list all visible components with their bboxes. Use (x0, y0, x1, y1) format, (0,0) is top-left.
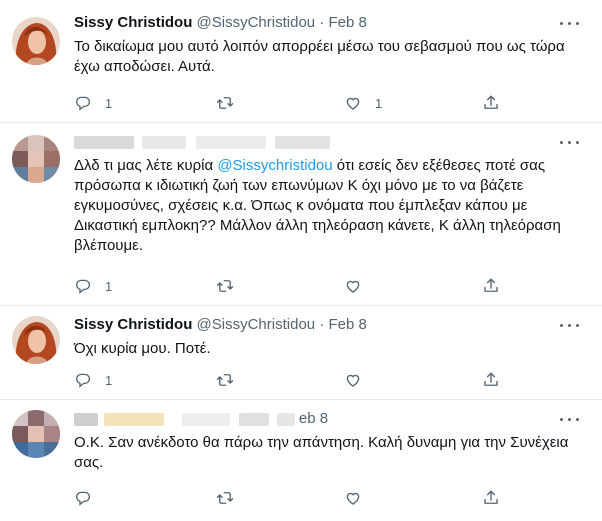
tweet-header: Sissy Christidou @SissyChristidou · Feb … (74, 14, 367, 31)
tweet-text: Το δικαίωμα μου αυτό λοιπόν απορρέει μέσ… (74, 38, 565, 75)
redacted-handle (196, 135, 267, 149)
display-name[interactable]: Sissy Christidou (74, 316, 192, 333)
blurred-avatar-image (12, 135, 60, 183)
tweet[interactable]: Sissy Christidou @SissyChristidou · Feb … (0, 0, 602, 123)
like-icon (344, 489, 362, 507)
separator-dot: · (319, 316, 325, 333)
more-icon[interactable] (560, 323, 580, 329)
tweet-date[interactable]: eb 8 (299, 410, 328, 427)
tweet-text: Όχι κυρία μου. Ποτέ. (74, 340, 211, 357)
more-icon[interactable] (560, 417, 580, 423)
display-name[interactable]: Sissy Christidou (74, 14, 192, 31)
redacted-handle (274, 135, 330, 149)
separator-dot: · (319, 14, 325, 31)
more-icon[interactable] (560, 21, 580, 27)
avatar[interactable] (12, 316, 60, 364)
redacted-handle (238, 412, 269, 426)
reply-button[interactable]: 1 (74, 370, 112, 390)
like-count: 1 (375, 95, 383, 111)
redacted-name (74, 135, 134, 149)
tweet-header: Sissy Christidou @SissyChristidou · Feb … (74, 316, 367, 333)
action-bar: 1 (74, 276, 514, 296)
user-handle[interactable]: @SissyChristidou (197, 14, 316, 31)
tweet-header (74, 133, 330, 150)
retweet-button[interactable] (216, 370, 247, 390)
like-button[interactable]: 1 (344, 93, 382, 113)
reply-button[interactable] (74, 488, 105, 508)
like-button[interactable] (344, 488, 375, 508)
blurred-avatar-image (12, 410, 60, 458)
share-icon (482, 277, 500, 295)
tweet[interactable]: Δλδ τι μας λέτε κυρία @Sissychristidou ό… (0, 123, 602, 306)
reply-icon (74, 277, 92, 295)
reply-button[interactable]: 1 (74, 93, 112, 113)
retweet-button[interactable] (216, 276, 247, 296)
retweet-icon (216, 489, 234, 507)
retweet-icon (216, 371, 234, 389)
like-icon (344, 94, 362, 112)
tweet-date[interactable]: Feb 8 (328, 14, 366, 31)
avatar[interactable] (12, 17, 60, 65)
reply-icon (74, 94, 92, 112)
share-button[interactable] (482, 93, 500, 113)
tweet[interactable]: Sissy Christidou @SissyChristidou · Feb … (0, 306, 602, 400)
like-icon (344, 277, 362, 295)
tweet-text: Δλδ τι μας λέτε κυρία @Sissychristidou ό… (74, 156, 588, 256)
retweet-icon (216, 277, 234, 295)
tweet-text-part: Δλδ τι μας λέτε κυρία (74, 157, 218, 174)
share-icon (482, 371, 500, 389)
retweet-button[interactable] (216, 488, 247, 508)
reply-icon (74, 489, 92, 507)
share-icon (482, 94, 500, 112)
reply-icon (74, 371, 92, 389)
tweet-header: eb 8 (74, 410, 328, 427)
redacted-name (104, 412, 165, 426)
tweet-text: Ο.Κ. Σαν ανέκδοτο θα πάρω την απάντηση. … (74, 434, 569, 471)
tweet[interactable]: eb 8 Ο.Κ. Σαν ανέκδοτο θα πάρω την απάντ… (0, 400, 602, 521)
redacted-handle (276, 412, 295, 426)
reply-button[interactable]: 1 (74, 276, 112, 296)
action-bar: 1 1 (74, 93, 514, 113)
redacted-handle (182, 412, 231, 426)
like-icon (344, 371, 362, 389)
share-button[interactable] (482, 276, 500, 296)
like-button[interactable] (344, 370, 375, 390)
action-bar (74, 488, 514, 508)
share-button[interactable] (482, 488, 500, 508)
share-button[interactable] (482, 370, 500, 390)
tweet-date[interactable]: Feb 8 (328, 316, 366, 333)
avatar[interactable] (12, 410, 60, 458)
more-icon[interactable] (560, 140, 580, 146)
mention-link[interactable]: @Sissychristidou (217, 157, 332, 174)
retweet-button[interactable] (216, 93, 247, 113)
redacted-name (142, 135, 187, 149)
like-button[interactable] (344, 276, 375, 296)
user-handle[interactable]: @SissyChristidou (197, 316, 316, 333)
share-icon (482, 489, 500, 507)
redacted-name (74, 412, 98, 426)
reply-count: 1 (105, 372, 113, 388)
action-bar: 1 (74, 370, 514, 390)
avatar[interactable] (12, 135, 60, 183)
reply-count: 1 (105, 278, 113, 294)
retweet-icon (216, 94, 234, 112)
reply-count: 1 (105, 95, 113, 111)
